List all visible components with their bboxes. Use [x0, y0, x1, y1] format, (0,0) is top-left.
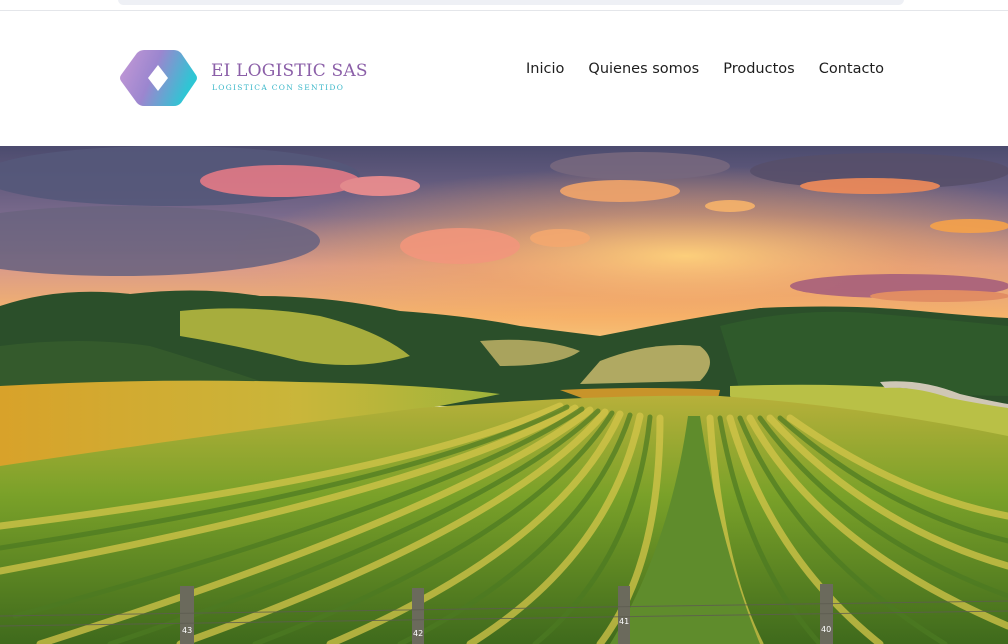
nav-item-contacto[interactable]: Contacto	[819, 61, 884, 77]
nav-item-quienes-somos[interactable]: Quienes somos	[588, 61, 699, 77]
post-label-40: 40	[821, 625, 831, 634]
post-label-42: 42	[413, 629, 423, 638]
logo-diamond-icon	[120, 50, 197, 106]
address-bar[interactable]	[118, 0, 904, 5]
post-label-41: 41	[619, 617, 629, 626]
site-header: EI LOGISTIC SAS LOGISTICA CON SENTIDO In…	[0, 11, 1008, 146]
post-label-43: 43	[182, 626, 192, 635]
nav-item-productos[interactable]: Productos	[723, 61, 794, 77]
main-navigation: Inicio Quienes somos Productos Contacto	[502, 61, 884, 77]
hero-vineyard-image: 43 42 41 40	[0, 146, 1008, 644]
brand-name: EI LOGISTIC SAS	[211, 61, 368, 81]
hero-banner: 43 42 41 40	[0, 146, 1008, 644]
nav-item-inicio[interactable]: Inicio	[526, 61, 564, 77]
brand-tagline: LOGISTICA CON SENTIDO	[212, 83, 345, 92]
browser-address-strip	[0, 0, 1008, 11]
site-logo[interactable]: EI LOGISTIC SAS LOGISTICA CON SENTIDO	[118, 48, 368, 110]
